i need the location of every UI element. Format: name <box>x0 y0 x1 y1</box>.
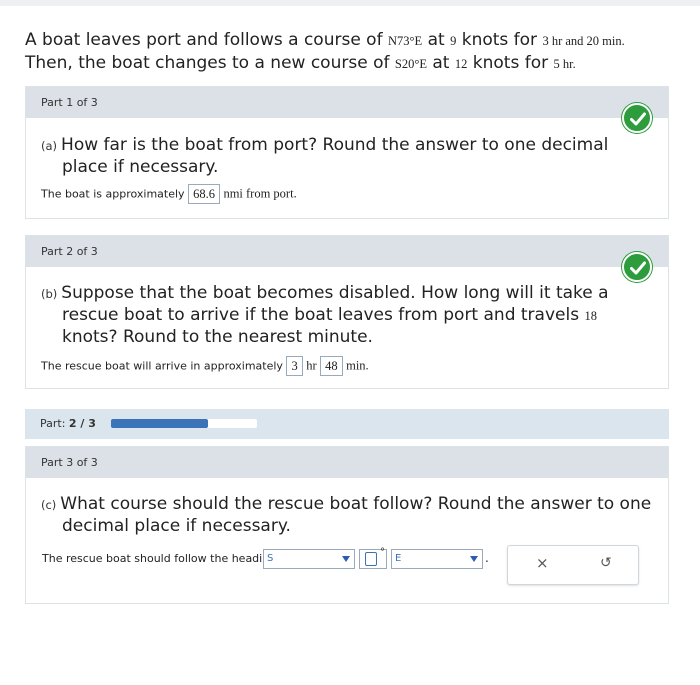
part-label: (c) <box>41 498 57 512</box>
select-value: E <box>395 553 402 564</box>
period: . <box>485 551 489 565</box>
progress-row: Part: 2 / 3 <box>25 409 669 439</box>
intro-text: A boat leaves port and follows a course … <box>25 30 383 50</box>
course-1: N73°E <box>387 34 423 48</box>
part-1-card: Part 1 of 3 (a) How far is the boat from … <box>25 86 669 219</box>
part-label: (a) <box>41 139 58 153</box>
problem-line-2: Then, the boat changes to a new course o… <box>25 52 675 75</box>
question-text: What course should the rescue boat follo… <box>60 494 652 514</box>
degree-symbol: ° <box>380 547 385 558</box>
progress-label: Part: <box>40 417 66 430</box>
hours-unit: hr <box>306 358 317 373</box>
select-value: S <box>267 553 274 564</box>
heading-direction-select-1[interactable]: S <box>263 549 355 569</box>
question-text: rescue boat to arrive if the boat leaves… <box>62 305 580 325</box>
question-text: knots? Round to the nearest minute. <box>62 327 373 347</box>
distance-answer-field[interactable]: 68.6 <box>188 184 220 204</box>
undo-icon[interactable]: ↺ <box>600 555 612 571</box>
part-2-header: Part 2 of 3 <box>26 236 668 267</box>
degree-input-wrapper: ° <box>359 547 387 569</box>
part-3-card: Part 3 of 3 (c) What course should the re… <box>25 446 669 604</box>
answer-unit: nmi from port. <box>223 186 297 201</box>
progress-value: 2 / 3 <box>68 417 96 430</box>
hours-answer-field[interactable]: 3 <box>286 356 303 376</box>
question-text: Suppose that the boat becomes disabled. … <box>61 283 609 303</box>
part-2-card: Part 2 of 3 (b) Suppose that the boat bec… <box>25 235 669 389</box>
dropdown-arrow-icon <box>342 556 350 562</box>
minutes-answer-field[interactable]: 48 <box>320 356 343 376</box>
part-3-header: Part 3 of 3 <box>26 447 668 478</box>
intro-text: knots for <box>461 30 538 50</box>
check-icon <box>622 252 652 282</box>
time-2: 5 hr. <box>553 57 576 71</box>
question-text: decimal place if necessary. <box>62 516 291 536</box>
problem-line-1: A boat leaves port and follows a course … <box>25 29 675 52</box>
problem-statement: A boat leaves port and follows a course … <box>25 29 675 75</box>
rescue-speed: 18 <box>584 309 597 323</box>
progress-track <box>111 419 257 428</box>
progress-fill <box>111 419 209 428</box>
part-1-answer: The boat is approximately 68.6 nmi from … <box>41 184 297 204</box>
part-2-answer: The rescue boat will arrive in approxima… <box>41 356 369 376</box>
check-icon <box>622 103 652 133</box>
answer-prefix: The rescue boat will arrive in approxima… <box>41 359 283 373</box>
intro-text: at <box>427 30 445 50</box>
dropdown-arrow-icon <box>470 556 478 562</box>
minutes-unit: min. <box>346 358 369 373</box>
part-label: (b) <box>41 287 58 301</box>
part-2-question: (b) Suppose that the boat becomes disable… <box>41 283 641 348</box>
course-2: S20°E <box>394 57 427 71</box>
speed-1: 9 <box>450 34 457 48</box>
answer-tools-panel: × ↺ <box>507 545 639 585</box>
degree-input-field[interactable] <box>365 552 377 566</box>
intro-text: Then, the boat changes to a new course o… <box>25 53 390 73</box>
question-text: How far is the boat from port? Round the… <box>61 135 609 155</box>
part-1-header: Part 1 of 3 <box>26 87 668 118</box>
part-3-question: (c) What course should the rescue boat fo… <box>41 494 666 537</box>
top-strip <box>0 0 700 6</box>
part-1-question: (a) How far is the boat from port? Round … <box>41 135 641 178</box>
part-3-answer-prefix: The rescue boat should follow the headin… <box>42 552 277 565</box>
clear-icon[interactable]: × <box>536 554 549 572</box>
answer-prefix: The boat is approximately <box>41 187 185 201</box>
heading-direction-select-2[interactable]: E <box>391 549 483 569</box>
intro-text: at <box>432 53 450 73</box>
time-1: 3 hr and 20 min. <box>542 34 625 48</box>
speed-2: 12 <box>454 57 468 71</box>
intro-text: knots for <box>472 53 549 73</box>
question-text: place if necessary. <box>62 157 219 177</box>
